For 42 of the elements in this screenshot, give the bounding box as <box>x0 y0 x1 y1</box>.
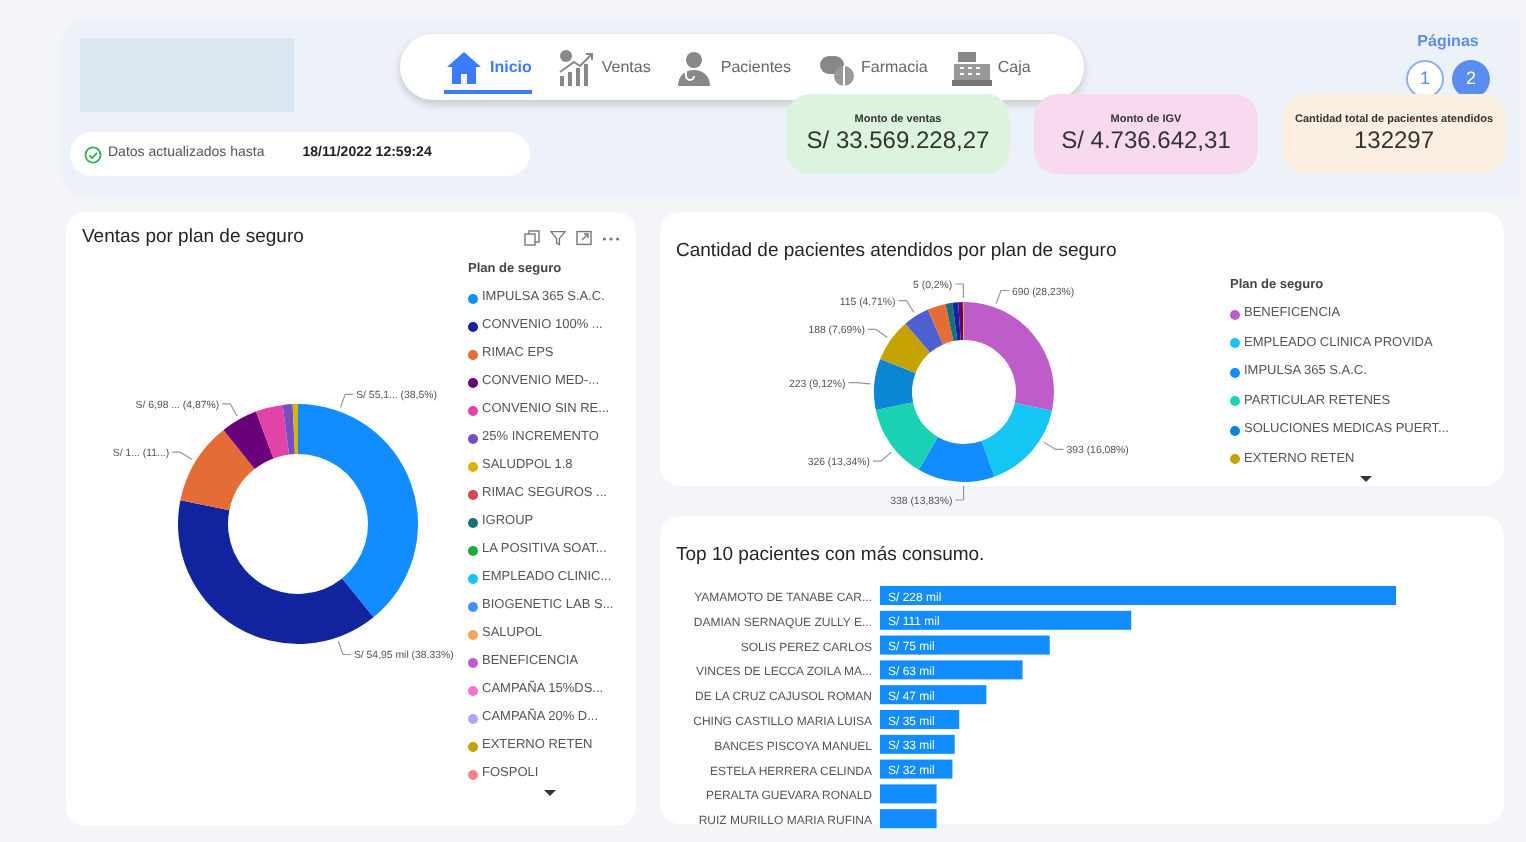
bar <box>880 660 1023 680</box>
bar <box>880 784 937 804</box>
kpi-value: S/ 4.736.642,31 <box>1061 127 1231 155</box>
pages-title: Páginas <box>1417 30 1479 54</box>
nav-tab[interactable]: Caja <box>951 34 1031 100</box>
chart-title: Cantidad de pacientes atendidos por plan de seguro <box>676 240 1117 262</box>
cash-register-icon <box>951 47 992 87</box>
house-icon <box>444 47 484 87</box>
check-circle-icon <box>84 145 102 163</box>
copy-icon[interactable] <box>524 230 540 247</box>
bar <box>880 759 953 779</box>
more-options-icon[interactable] <box>602 235 620 242</box>
nav-tab[interactable]: Inicio <box>444 34 532 100</box>
leader-line <box>897 300 915 314</box>
growth-chart-icon <box>555 47 596 87</box>
page-button[interactable]: 2 <box>1452 60 1490 98</box>
bar <box>880 710 960 729</box>
focus-mode-icon[interactable] <box>576 230 592 247</box>
bar <box>880 809 937 829</box>
leader-line <box>847 382 871 385</box>
filter-icon[interactable] <box>550 230 566 247</box>
leader-line <box>221 403 238 418</box>
leader-line <box>954 283 964 299</box>
chart-title: Top 10 pacientes con más consumo. <box>676 544 985 566</box>
leader-line <box>872 451 893 462</box>
leader-line <box>954 485 965 501</box>
scroll-down-icon[interactable] <box>1359 475 1371 482</box>
scroll-down-icon[interactable] <box>544 790 556 796</box>
doctor-icon <box>674 47 715 87</box>
bar <box>880 734 955 754</box>
chart-title: Ventas por plan de seguro <box>82 224 304 252</box>
leader-line <box>339 394 354 409</box>
leader-line <box>1043 441 1065 450</box>
leader-line <box>171 452 193 461</box>
kpi-value: S/ 33.569.228,27 <box>806 127 990 155</box>
nav-tab[interactable]: Pacientes <box>674 34 791 100</box>
leader-line <box>867 328 888 339</box>
nav-tab[interactable]: Ventas <box>555 34 651 100</box>
bar <box>880 685 987 705</box>
leader-line <box>995 289 1010 305</box>
kpi-value: 132297 <box>1353 127 1435 155</box>
leader-line <box>337 641 352 656</box>
